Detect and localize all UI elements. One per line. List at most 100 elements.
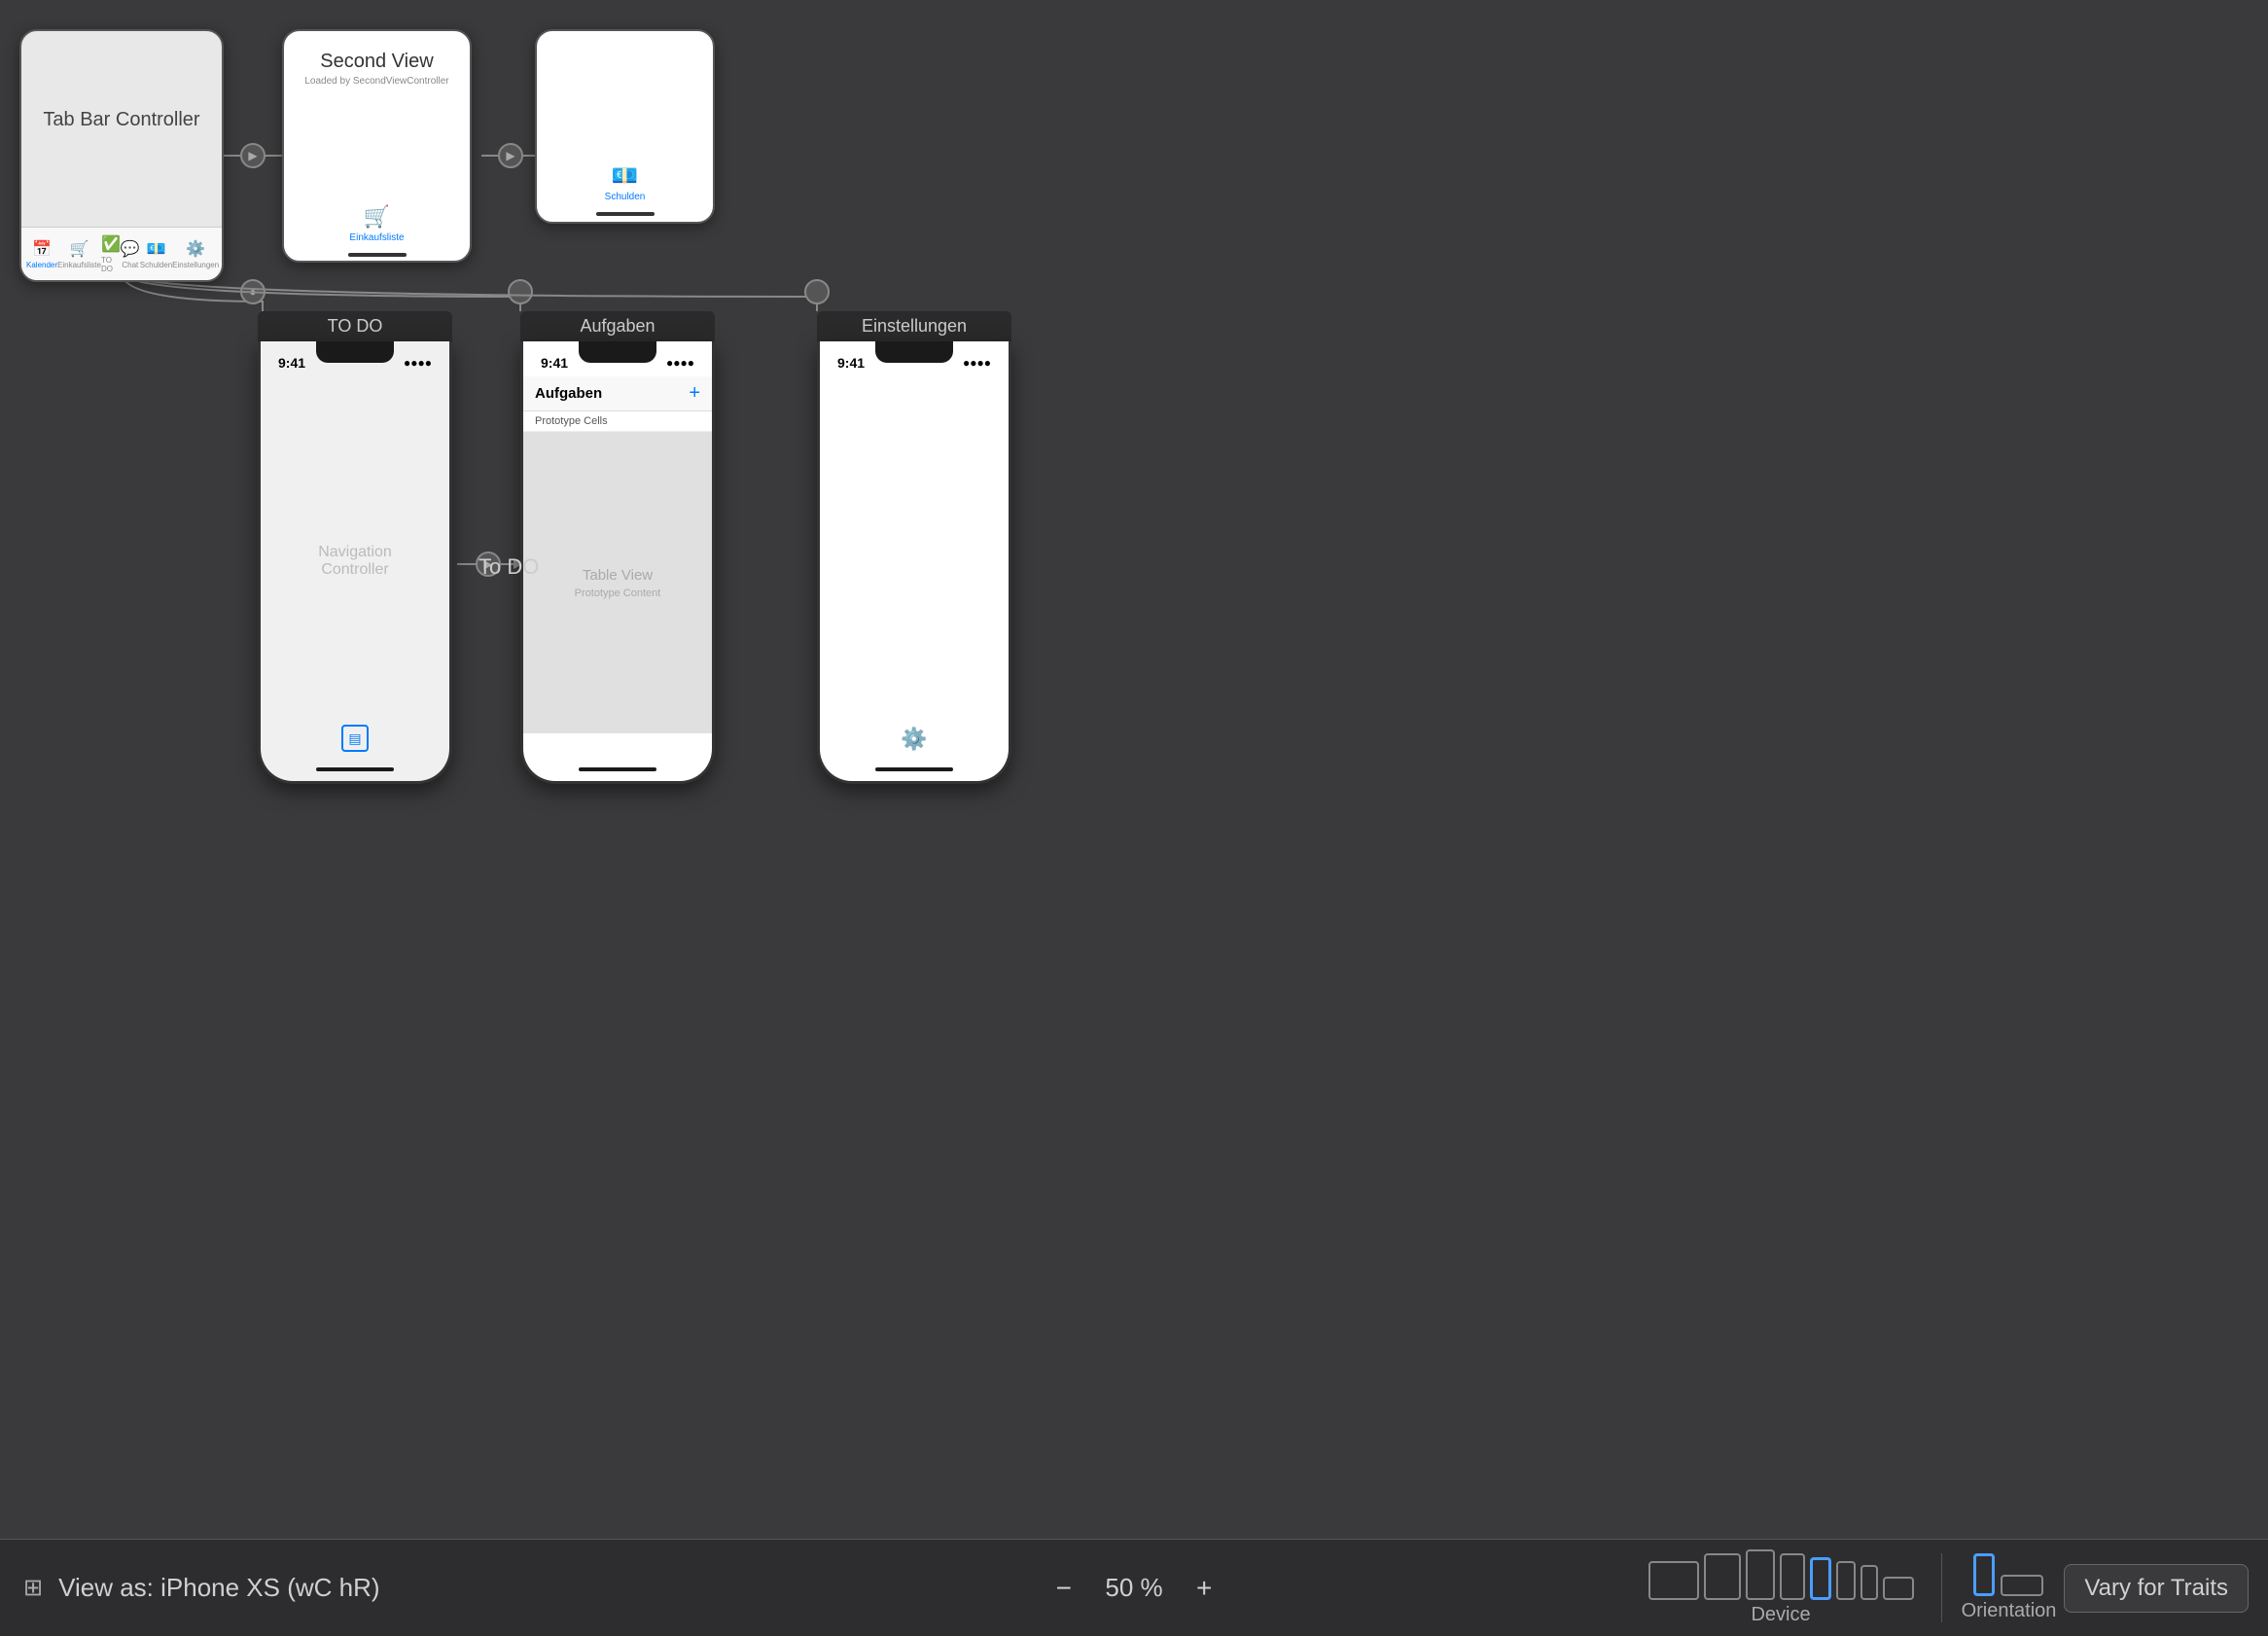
kalender-label: Kalender bbox=[26, 261, 57, 269]
prototype-content-text: Prototype Content bbox=[575, 587, 661, 599]
orientation-section: Orientation bbox=[1941, 1553, 2057, 1622]
device-iphone-small-active[interactable] bbox=[1810, 1557, 1831, 1600]
toolbar-left: ⊞ View as: iPhone XS (wC hR) bbox=[19, 1570, 1648, 1606]
einstellungen-label: Einstellungen bbox=[172, 261, 219, 269]
device-ipad-landscape[interactable] bbox=[1648, 1561, 1699, 1600]
tab-einkaufsliste: 🛒 Einkaufsliste bbox=[57, 239, 101, 269]
chat-label: Chat bbox=[122, 261, 138, 269]
orientation-label: Orientation bbox=[1962, 1600, 2057, 1622]
chat-icon: 💬 bbox=[121, 239, 140, 259]
aufgaben-signal: ●●●● bbox=[666, 356, 694, 370]
nav-text: Navigation Controller bbox=[318, 544, 392, 578]
third-frame-controller: 💶 Schulden bbox=[535, 29, 715, 224]
zoom-in-button[interactable]: + bbox=[1188, 1569, 1220, 1608]
third-frame-label: Schulden bbox=[605, 192, 646, 202]
second-view-bottom-icon: 🛒 bbox=[364, 204, 390, 230]
second-view-bottom-label: Einkaufsliste bbox=[349, 232, 404, 243]
todo-section-label: To DO bbox=[478, 554, 539, 580]
prototype-cells-label: Prototype Cells bbox=[523, 411, 712, 432]
svg-text:▶: ▶ bbox=[248, 149, 258, 162]
tab-einstellungen: ⚙️ Einstellungen bbox=[172, 239, 219, 269]
aufgaben-notch bbox=[579, 341, 656, 363]
second-view-subtitle: Loaded by SecondViewController bbox=[299, 76, 455, 87]
tab-kalender: 📅 Kalender bbox=[26, 239, 57, 269]
einstellungen-signal: ●●●● bbox=[963, 356, 991, 370]
einstellungen-notch bbox=[875, 341, 953, 363]
second-view-home-bar bbox=[348, 253, 407, 257]
einstellungen-controller-label: Einstellungen bbox=[817, 311, 1011, 341]
aufgaben-phone: 9:41 ●●●● Aufgaben + Prototype Cells Tab… bbox=[520, 341, 715, 784]
aufgaben-plus-icon[interactable]: + bbox=[689, 382, 700, 405]
table-view-text: Table View bbox=[583, 567, 653, 584]
tab-bar-title: Tab Bar Controller bbox=[43, 109, 199, 130]
nav-time: 9:41 bbox=[278, 355, 305, 371]
einstellungen-phone: 9:41 ●●●● ⚙️ bbox=[817, 341, 1011, 784]
zoom-level-display: 50 % bbox=[1095, 1573, 1173, 1603]
nav-controller-wrapper: TO DO 9:41 ●●●● Navigation Controller ▤ bbox=[258, 311, 452, 784]
einstellungen-bottom-icon: ⚙️ bbox=[901, 727, 927, 752]
bottom-toolbar: ⊞ View as: iPhone XS (wC hR) − 50 % + De… bbox=[0, 1539, 2268, 1636]
nav-tab-icon: ▤ bbox=[341, 725, 369, 752]
aufgaben-nav-bar: Aufgaben + bbox=[523, 376, 712, 411]
device-icons-row bbox=[1648, 1549, 1914, 1600]
nav-controller-label: TO DO bbox=[258, 311, 452, 341]
orientation-group: Orientation bbox=[1962, 1553, 2057, 1622]
zoom-controls: − 50 % + bbox=[1048, 1569, 1221, 1608]
third-frame-home-bar bbox=[596, 212, 655, 216]
vary-traits-button[interactable]: Vary for Traits bbox=[2064, 1564, 2249, 1613]
device-group: Device bbox=[1648, 1549, 1914, 1626]
aufgaben-time: 9:41 bbox=[541, 355, 568, 371]
device-label: Device bbox=[1751, 1604, 1810, 1626]
device-iphone-se[interactable] bbox=[1860, 1565, 1878, 1600]
kalender-icon: 📅 bbox=[32, 239, 52, 259]
device-apple-watch[interactable] bbox=[1883, 1577, 1914, 1600]
einkauf-label: Einkaufsliste bbox=[57, 261, 101, 269]
second-view-header: Second View Loaded by SecondViewControll… bbox=[284, 31, 470, 91]
device-iphone-xs[interactable] bbox=[1836, 1561, 1856, 1600]
tab-bar-controller: Tab Bar Controller 📅 Kalender 🛒 Einkaufs… bbox=[19, 29, 224, 282]
nav-center-text: Navigation Controller bbox=[308, 544, 403, 579]
device-ipad-portrait[interactable] bbox=[1704, 1553, 1741, 1600]
todo-tab-label: TO DO bbox=[101, 256, 121, 273]
einstellungen-controller-wrapper: Einstellungen 9:41 ●●●● ⚙️ bbox=[817, 311, 1011, 784]
tab-chat: 💬 Chat bbox=[121, 239, 140, 269]
tab-todo: ✅ TO DO bbox=[101, 234, 121, 273]
device-iphone-large[interactable] bbox=[1746, 1549, 1775, 1600]
aufgaben-controller-wrapper: Aufgaben 9:41 ●●●● Aufgaben + Prototype … bbox=[520, 311, 715, 784]
toolbar-right: Device Orientation Vary for Traits bbox=[1648, 1549, 2249, 1626]
svg-text:●: ● bbox=[249, 285, 256, 299]
tab-bar-bottom: 📅 Kalender 🛒 Einkaufsliste ✅ TO DO 💬 Cha… bbox=[21, 227, 222, 280]
schulden-icon: 💶 bbox=[147, 239, 166, 259]
einstellungen-home-bar bbox=[875, 767, 953, 771]
third-frame-icon: 💶 bbox=[612, 163, 638, 189]
aufgaben-nav-title: Aufgaben bbox=[535, 385, 602, 402]
einstellungen-time: 9:41 bbox=[837, 355, 865, 371]
third-frame-box: 💶 Schulden bbox=[535, 29, 715, 224]
zoom-out-button[interactable]: − bbox=[1048, 1569, 1080, 1608]
storyboard-canvas: ▶ ▶ ● ▶ Tab Bar Controller 📅 bbox=[0, 0, 2268, 1539]
nav-controller-phone: 9:41 ●●●● Navigation Controller ▤ bbox=[258, 341, 452, 784]
tab-bar-frame: Tab Bar Controller 📅 Kalender 🛒 Einkaufs… bbox=[19, 29, 224, 282]
device-iphone-medium[interactable] bbox=[1780, 1553, 1805, 1600]
second-view-title: Second View bbox=[299, 51, 455, 73]
svg-text:▶: ▶ bbox=[506, 149, 515, 162]
second-view-frame: Second View Loaded by SecondViewControll… bbox=[282, 29, 472, 263]
aufgaben-home-bar bbox=[579, 767, 656, 771]
einstellungen-icon: ⚙️ bbox=[186, 239, 205, 259]
nav-bottom-icon: ▤ bbox=[341, 725, 369, 752]
todo-icon: ✅ bbox=[101, 234, 121, 254]
nav-home-bar bbox=[316, 767, 394, 771]
nav-signal: ●●●● bbox=[404, 356, 432, 370]
sidebar-toggle-button[interactable]: ⊞ bbox=[19, 1570, 47, 1606]
orientation-icons-row bbox=[1973, 1553, 2043, 1596]
view-as-label: View as: iPhone XS (wC hR) bbox=[58, 1573, 379, 1603]
aufgaben-controller-label: Aufgaben bbox=[520, 311, 715, 341]
orientation-landscape[interactable] bbox=[2001, 1575, 2043, 1596]
nav-notch bbox=[316, 341, 394, 363]
second-view-controller: Second View Loaded by SecondViewControll… bbox=[282, 29, 472, 263]
schulden-label: Schulden bbox=[140, 261, 172, 269]
orientation-portrait-active[interactable] bbox=[1973, 1553, 1995, 1596]
tab-schulden: 💶 Schulden bbox=[140, 239, 172, 269]
table-view-content: Table View Prototype Content bbox=[523, 432, 712, 733]
einkauf-icon: 🛒 bbox=[70, 239, 89, 259]
